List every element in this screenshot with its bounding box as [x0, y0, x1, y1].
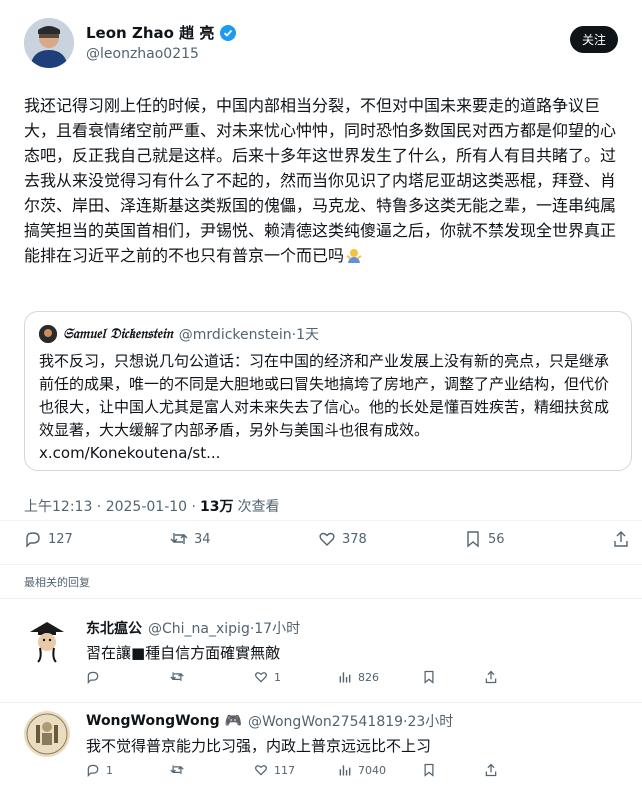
quote-avatar[interactable]: [39, 325, 57, 343]
like-count: 117: [274, 763, 295, 777]
reply-author-name[interactable]: WongWongWong 🎮: [86, 713, 242, 729]
views-label: 次查看: [237, 499, 280, 515]
reply-icon: [86, 670, 100, 684]
views-count: 826: [358, 670, 379, 684]
share-icon: [612, 530, 630, 548]
share-button[interactable]: [484, 670, 498, 684]
reply-item[interactable]: 东北瘟公 @Chi_na_xipig·17小时 習在讓■種自信方面確實無敵 1 …: [0, 618, 642, 694]
views-button[interactable]: 826: [338, 670, 379, 684]
bookmark-icon: [464, 530, 482, 548]
reply-icon: [24, 530, 42, 548]
views-count: 7040: [358, 763, 386, 777]
quote-author-name[interactable]: 𝔖𝔞𝔪𝔲𝔢𝔩 𝔇𝔦𝔠𝔨𝔢𝔫𝔰𝔱𝔢𝔦𝔫: [63, 326, 173, 342]
reply-button[interactable]: [86, 670, 106, 684]
bookmark-icon: [422, 763, 436, 777]
heart-icon: [318, 530, 336, 548]
retweet-icon: [170, 763, 184, 777]
like-count: 378: [342, 531, 367, 547]
divider: [0, 702, 642, 703]
like-button[interactable]: 117: [254, 763, 295, 777]
like-button[interactable]: 378: [318, 530, 367, 548]
reply-header: 东北瘟公 @Chi_na_xipig·17小时: [86, 618, 300, 638]
views-button[interactable]: 7040: [338, 763, 386, 777]
tweet-body: 我还记得习刚上任的时候，中国内部相当分裂，不但对中国未来要走的道路争议巨大，且看…: [24, 96, 617, 265]
author-name-row: Leon Zhao 趙 亮: [86, 22, 237, 43]
reply-count: 127: [48, 531, 73, 547]
bookmark-button[interactable]: [422, 670, 436, 684]
quote-header: 𝔖𝔞𝔪𝔲𝔢𝔩 𝔇𝔦𝔠𝔨𝔢𝔫𝔰𝔱𝔢𝔦𝔫 @mrdickenstein·1天: [39, 324, 319, 344]
quote-text: 我不反习，只想说几句公道话：习在中国的经济和产业发展上没有新的亮点，只是继承前任…: [39, 350, 621, 465]
tweet-text: 我还记得习刚上任的时候，中国内部相当分裂，不但对中国未来要走的道路争议巨大，且看…: [24, 93, 626, 268]
heart-icon: [254, 670, 268, 684]
follow-button[interactable]: 关注: [569, 26, 618, 53]
bookmark-count: 56: [488, 531, 505, 547]
share-icon: [484, 670, 498, 684]
author-avatar[interactable]: [24, 18, 74, 68]
reply-author-name[interactable]: 东北瘟公: [86, 618, 142, 638]
bookmark-button[interactable]: [422, 763, 436, 777]
author-name[interactable]: Leon Zhao 趙 亮: [86, 22, 214, 43]
retweet-icon: [170, 670, 184, 684]
quote-author-handle[interactable]: @mrdickenstein·1天: [179, 324, 319, 344]
retweet-button[interactable]: [170, 763, 190, 777]
views-count: 13万: [199, 499, 234, 515]
like-button[interactable]: 1: [254, 670, 281, 684]
share-button[interactable]: [484, 763, 498, 777]
tweet-header: Leon Zhao 趙 亮 @leonzhao0215 关注: [24, 18, 624, 78]
retweet-count: 34: [194, 531, 211, 547]
most-relevant-replies-label[interactable]: 最相关的回复: [24, 574, 90, 590]
share-icon: [484, 763, 498, 777]
reply-icon: [86, 763, 100, 777]
quoted-tweet[interactable]: 𝔖𝔞𝔪𝔲𝔢𝔩 𝔇𝔦𝔠𝔨𝔢𝔫𝔰𝔱𝔢𝔦𝔫 @mrdickenstein·1天 我不反…: [24, 311, 632, 471]
reply-item[interactable]: WongWongWong 🎮 @WongWon27541819·23小时 我不觉…: [0, 711, 642, 787]
like-count: 1: [274, 670, 281, 684]
reply-button[interactable]: 1: [86, 763, 113, 777]
reply-action-bar: 1 117 7040: [86, 763, 606, 781]
reply-text: 習在讓■種自信方面確實無敵: [86, 644, 281, 662]
reply-count: 1: [106, 763, 113, 777]
reply-avatar[interactable]: [24, 711, 70, 757]
share-button[interactable]: [612, 530, 630, 548]
tweet-meta: 上午12:13 · 2025-01-10 · 13万 次查看: [24, 496, 279, 516]
divider: [0, 564, 642, 565]
author-handle[interactable]: @leonzhao0215: [86, 46, 199, 62]
analytics-icon: [338, 670, 352, 684]
reply-author-handle[interactable]: @WongWon27541819·23小时: [248, 711, 453, 731]
retweet-button[interactable]: [170, 670, 190, 684]
reply-author-handle[interactable]: @Chi_na_xipig·17小时: [148, 618, 300, 638]
divider: [0, 520, 642, 521]
reply-header: WongWongWong 🎮 @WongWon27541819·23小时: [86, 711, 453, 731]
retweet-icon: [170, 530, 188, 548]
heart-icon: [254, 763, 268, 777]
tweet-timestamp[interactable]: 上午12:13 · 2025-01-10 ·: [24, 496, 196, 516]
divider: [0, 598, 642, 599]
reply-avatar[interactable]: [24, 618, 70, 664]
tweet-action-bar: 127 34 378 56: [24, 530, 628, 554]
analytics-icon: [338, 763, 352, 777]
bookmark-button[interactable]: 56: [464, 530, 505, 548]
bookmark-icon: [422, 670, 436, 684]
retweet-button[interactable]: 34: [170, 530, 211, 548]
reply-text: 我不觉得普京能力比习强，内政上普京远远比不上习: [86, 737, 432, 755]
verified-badge-icon: [220, 24, 237, 41]
quote-link[interactable]: x.com/Konekoutena/st...: [39, 442, 621, 465]
shrug-emoji-icon: [346, 247, 362, 263]
reply-button[interactable]: 127: [24, 530, 73, 548]
quote-body: 我不反习，只想说几句公道话：习在中国的经济和产业发展上没有新的亮点，只是继承前任…: [39, 352, 610, 439]
reply-action-bar: 1 826: [86, 670, 606, 688]
